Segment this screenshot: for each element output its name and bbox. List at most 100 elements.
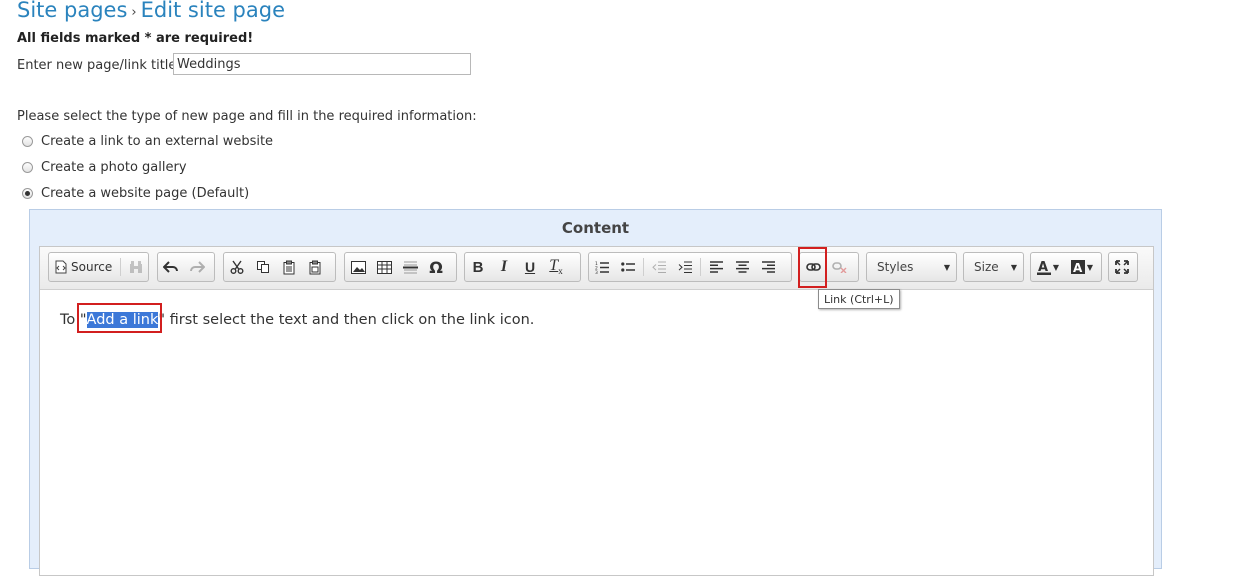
link-button-highlight [798, 247, 827, 288]
align-left-button[interactable] [703, 253, 729, 281]
breadcrumb-parent-link[interactable]: Site pages [17, 0, 127, 22]
page-title-input[interactable] [173, 53, 471, 75]
chevron-down-icon: ▼ [943, 262, 950, 272]
toolbar-group-basic-styles: B I U Tx [464, 252, 581, 282]
background-color-icon: A [1070, 260, 1085, 274]
bulleted-list-button[interactable] [615, 253, 641, 281]
image-button[interactable] [345, 253, 371, 281]
indent-icon [678, 261, 692, 274]
toolbar-group-clipboard [223, 252, 336, 282]
rich-text-editor: Source Ω B I U Tx 1 2 3 Styles ▼ Size ▼ … [39, 246, 1154, 576]
toolbar-group-paragraph: 123 [588, 252, 792, 282]
align-left-icon [709, 261, 723, 273]
size-dropdown[interactable]: Size ▼ [963, 252, 1024, 282]
page-type-option-photo-gallery[interactable]: Create a photo gallery [22, 160, 187, 175]
find-button[interactable] [123, 253, 148, 281]
paste-button[interactable] [276, 253, 302, 281]
image-icon [350, 260, 366, 274]
italic-icon: I [500, 258, 508, 275]
title-field-label: Enter new page/link title: [17, 58, 181, 73]
remove-format-button[interactable]: Tx [543, 253, 569, 281]
undo-icon [163, 260, 179, 274]
toolbar-separator [700, 258, 701, 276]
align-center-icon [735, 261, 749, 273]
binoculars-icon [129, 260, 143, 274]
source-button[interactable]: Source [49, 253, 118, 281]
external-link-radio[interactable] [22, 136, 33, 147]
breadcrumb: Site pages › Edit site page [17, 0, 285, 22]
underline-icon: U [524, 259, 536, 275]
align-right-icon [761, 261, 775, 273]
body-text-suffix: " first select the text and then click o… [158, 312, 535, 328]
toolbar-separator [120, 258, 122, 276]
horizontal-line-icon [402, 260, 418, 274]
copy-button[interactable] [250, 253, 276, 281]
toolbar-group-insert: Ω [344, 252, 457, 282]
content-title: Content [561, 219, 630, 237]
unlink-icon [831, 261, 847, 273]
svg-text:3: 3 [595, 270, 598, 274]
paste-word-icon [308, 260, 322, 275]
remove-format-icon: Tx [549, 257, 563, 277]
outdent-icon [652, 261, 666, 274]
maximize-button[interactable] [1109, 253, 1135, 281]
bulleted-list-icon [621, 261, 635, 273]
background-color-button[interactable]: A ▼ [1065, 253, 1099, 281]
cut-button[interactable] [224, 253, 250, 281]
align-center-button[interactable] [729, 253, 755, 281]
styles-dropdown[interactable]: Styles ▼ [866, 252, 957, 282]
page-type-option-website-page[interactable]: Create a website page (Default) [22, 186, 249, 201]
table-icon [376, 260, 392, 274]
special-character-button[interactable]: Ω [423, 253, 449, 281]
source-button-label: Source [71, 260, 113, 274]
content-panel: Content Source Ω B I U Tx 1 2 3 Styles ▼… [29, 209, 1162, 576]
numbered-list-icon: 123 [595, 261, 609, 274]
breadcrumb-separator-icon: › [131, 5, 137, 20]
website-page-radio[interactable] [22, 188, 33, 199]
text-color-icon: A [1036, 260, 1051, 275]
numbered-list-button[interactable]: 123 [589, 253, 615, 281]
clipboard-icon [282, 260, 296, 275]
redo-button[interactable] [184, 253, 210, 281]
decrease-indent-button[interactable] [646, 253, 672, 281]
redo-icon [189, 260, 205, 274]
photo-gallery-radio[interactable] [22, 162, 33, 173]
paste-from-word-button[interactable] [302, 253, 328, 281]
required-note: All fields marked * are required! [17, 31, 254, 46]
toolbar-group-document: Source [48, 252, 149, 282]
page-type-option-label: Create a link to an external website [41, 134, 274, 149]
bold-icon: B [472, 258, 484, 276]
page-title: Edit site page [140, 0, 285, 22]
source-icon [55, 260, 67, 274]
toolbar-group-tools [1108, 252, 1138, 282]
maximize-icon [1115, 260, 1129, 274]
editor-toolbar: Source Ω B I U Tx 1 2 3 Styles ▼ Size ▼ … [40, 247, 1153, 290]
selected-text-highlight [77, 303, 162, 333]
horizontal-line-button[interactable] [397, 253, 423, 281]
undo-button[interactable] [158, 253, 184, 281]
toolbar-group-history [157, 252, 215, 282]
toolbar-group-colors: A ▼ A ▼ [1030, 252, 1102, 282]
table-button[interactable] [371, 253, 397, 281]
chevron-down-icon: ▼ [1052, 262, 1060, 272]
link-tooltip: Link (Ctrl+L) [818, 289, 900, 309]
bold-button[interactable]: B [465, 253, 491, 281]
scissors-icon [230, 260, 244, 274]
underline-button[interactable]: U [517, 253, 543, 281]
unlink-button[interactable] [826, 253, 852, 281]
omega-icon: Ω [429, 257, 443, 277]
italic-button[interactable]: I [491, 253, 517, 281]
chevron-down-icon: ▼ [1086, 262, 1094, 272]
align-right-button[interactable] [755, 253, 781, 281]
copy-icon [256, 260, 270, 274]
chevron-down-icon: ▼ [1010, 262, 1017, 272]
page-type-option-external-link[interactable]: Create a link to an external website [22, 134, 273, 149]
text-color-button[interactable]: A ▼ [1031, 253, 1065, 281]
page-type-prompt: Please select the type of new page and f… [17, 109, 477, 124]
toolbar-separator [643, 258, 644, 276]
increase-indent-button[interactable] [672, 253, 698, 281]
page-type-option-label: Create a photo gallery [41, 160, 187, 175]
styles-dropdown-label: Styles [877, 260, 914, 274]
svg-text:A: A [1073, 261, 1083, 274]
page-type-option-label: Create a website page (Default) [41, 186, 250, 201]
